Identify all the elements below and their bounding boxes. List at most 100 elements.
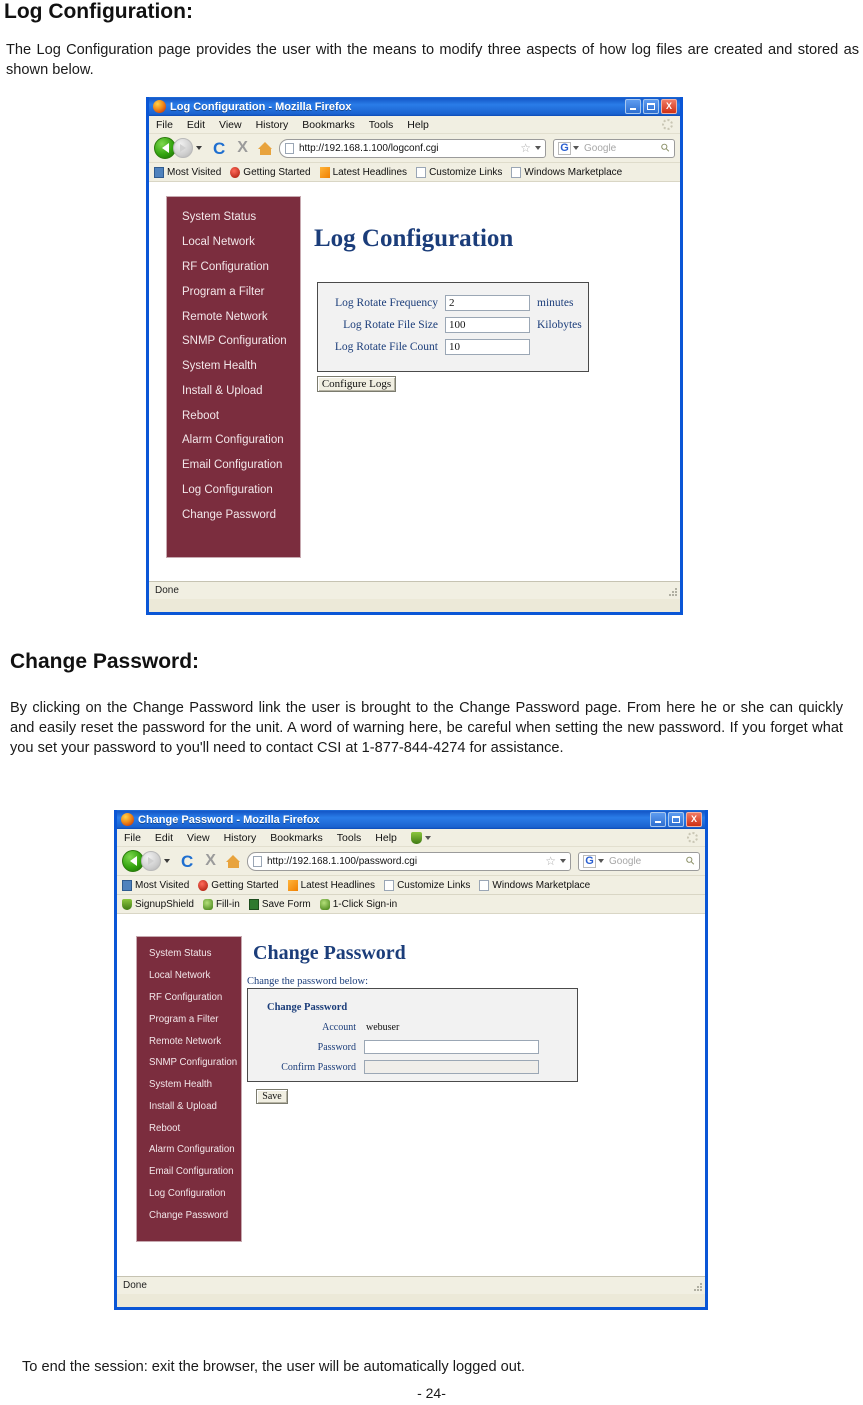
urlbar-dropdown-icon[interactable] [560,859,566,863]
bookmark-windows-marketplace[interactable]: Windows Marketplace [511,166,622,178]
forward-button[interactable] [141,851,161,871]
menu-item-tools[interactable]: Tools [369,119,394,131]
menu-item-history[interactable]: History [256,119,289,131]
bookmark-customize-links[interactable]: Customize Links [416,166,502,178]
history-dropdown-icon[interactable] [164,859,170,863]
bookmark-customize-links[interactable]: Customize Links [384,879,470,891]
sidebar-item-program-a-filter[interactable]: Program a Filter [137,1008,241,1030]
bookmark-most-visited[interactable]: Most Visited [122,879,189,891]
google-icon: G [558,141,571,155]
sidebar-item-rf-configuration[interactable]: RF Configuration [167,255,300,280]
menu-item-help[interactable]: Help [375,832,397,844]
menu-item-bookmarks[interactable]: Bookmarks [302,119,355,131]
menu-item-file[interactable]: File [156,119,173,131]
sidebar-item-reboot[interactable]: Reboot [137,1117,241,1139]
one-click-signin-icon [319,898,330,910]
close-button[interactable]: X [661,99,677,114]
sidebar-item-change-password[interactable]: Change Password [167,502,300,527]
search-bar[interactable]: G Google ⚲ [578,851,700,871]
bookmark-star-icon[interactable]: ☆ [545,855,556,867]
sidebar-item-install-upload[interactable]: Install & Upload [137,1095,241,1117]
url-text: http://192.168.1.100/logconf.cgi [298,142,439,154]
minimize-button[interactable] [625,99,641,114]
sidebar-item-system-status[interactable]: System Status [167,205,300,230]
sidebar-item-change-password[interactable]: Change Password [137,1204,241,1226]
forward-button[interactable] [173,138,193,158]
stop-button[interactable]: X [205,853,216,869]
window-titlebar: Log Configuration - Mozilla Firefox X [149,97,680,116]
sidebar-item-install-upload[interactable]: Install & Upload [167,378,300,403]
address-bar[interactable]: http://192.168.1.100/password.cgi ☆ [246,851,571,871]
menu-item-history[interactable]: History [224,832,257,844]
sidebar-item-alarm-configuration[interactable]: Alarm Configuration [167,428,300,453]
sidebar-item-program-a-filter[interactable]: Program a Filter [167,279,300,304]
bookmark-latest-headlines[interactable]: Latest Headlines [319,166,407,178]
search-input[interactable]: Google [604,856,687,867]
sidebar-item-email-configuration[interactable]: Email Configuration [167,453,300,478]
menu-item-tools[interactable]: Tools [337,832,362,844]
menu-item-view[interactable]: View [219,119,242,131]
page-viewport: System Status Local Network RF Configura… [149,182,680,581]
bookmark-getting-started[interactable]: Getting Started [230,166,311,178]
sidebar-item-log-configuration[interactable]: Log Configuration [167,478,300,503]
save-button[interactable]: Save [256,1089,288,1104]
urlbar-dropdown-icon[interactable] [535,146,541,150]
menu-item-view[interactable]: View [187,832,210,844]
rss-icon [319,166,330,178]
bookmark-getting-started[interactable]: Getting Started [198,879,279,891]
toolbar-item-one-click-signin[interactable]: 1-Click Sign-in [319,898,397,910]
shield-dropdown-icon[interactable] [424,835,431,840]
shield-icon[interactable] [410,831,422,844]
maximize-button[interactable] [643,99,659,114]
bookmark-star-icon[interactable]: ☆ [520,142,531,154]
input-log-rotate-file-size[interactable]: 100 [445,317,530,333]
resize-grip[interactable] [693,1283,702,1292]
menu-item-edit[interactable]: Edit [155,832,173,844]
search-bar[interactable]: G Google ⚲ [553,138,675,158]
input-log-rotate-frequency[interactable]: 2 [445,295,530,311]
navigation-toolbar: C X http://192.168.1.100/logconf.cgi ☆ G… [149,134,680,163]
toolbar-item-fill-in[interactable]: Fill-in [202,898,240,910]
label-password: Password [317,1041,356,1053]
history-dropdown-icon[interactable] [196,146,202,150]
maximize-button[interactable] [668,812,684,827]
home-icon[interactable] [225,854,241,868]
sidebar-item-system-status[interactable]: System Status [137,943,241,965]
reload-button[interactable]: C [181,853,193,870]
toolbar-item-signupshield[interactable]: SignupShield [122,898,194,910]
menu-item-file[interactable]: File [124,832,141,844]
address-bar[interactable]: http://192.168.1.100/logconf.cgi ☆ [278,138,546,158]
confirm-password-field[interactable] [364,1060,539,1074]
password-field[interactable] [364,1040,539,1054]
sidebar-item-remote-network[interactable]: Remote Network [137,1030,241,1052]
toolbar-item-save-form[interactable]: Save Form [248,898,311,910]
sidebar-item-system-health[interactable]: System Health [167,354,300,379]
sidebar-item-log-configuration[interactable]: Log Configuration [137,1183,241,1205]
sidebar-item-remote-network[interactable]: Remote Network [167,304,300,329]
sidebar-item-reboot[interactable]: Reboot [167,403,300,428]
configure-logs-button[interactable]: Configure Logs [317,376,396,392]
menu-item-help[interactable]: Help [407,119,429,131]
bookmark-most-visited[interactable]: Most Visited [154,166,221,178]
minimize-button[interactable] [650,812,666,827]
signupshield-toolbar: SignupShield Fill-in Save Form 1-Click S… [117,895,705,914]
home-icon[interactable] [257,141,273,155]
sidebar-item-rf-configuration[interactable]: RF Configuration [137,987,241,1009]
close-button[interactable]: X [686,812,702,827]
stop-button[interactable]: X [237,140,248,156]
reload-button[interactable]: C [213,140,225,157]
menu-item-edit[interactable]: Edit [187,119,205,131]
search-input[interactable]: Google [579,143,662,154]
sidebar-item-alarm-configuration[interactable]: Alarm Configuration [137,1139,241,1161]
sidebar-item-snmp-configuration[interactable]: SNMP Configuration [167,329,300,354]
bookmark-latest-headlines[interactable]: Latest Headlines [287,879,375,891]
menu-item-bookmarks[interactable]: Bookmarks [270,832,323,844]
sidebar-item-local-network[interactable]: Local Network [167,230,300,255]
sidebar-item-snmp-configuration[interactable]: SNMP Configuration [137,1052,241,1074]
sidebar-item-system-health[interactable]: System Health [137,1074,241,1096]
sidebar-item-local-network[interactable]: Local Network [137,965,241,987]
sidebar-item-email-configuration[interactable]: Email Configuration [137,1161,241,1183]
input-log-rotate-file-count[interactable]: 10 [445,339,530,355]
bookmark-windows-marketplace[interactable]: Windows Marketplace [479,879,590,891]
resize-grip[interactable] [668,588,677,597]
